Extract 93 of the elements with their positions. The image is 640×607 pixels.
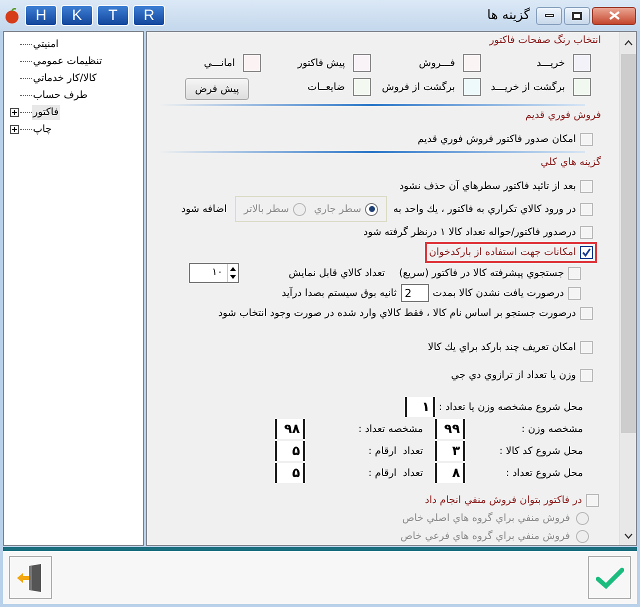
checkbox[interactable] <box>568 286 581 300</box>
number-field[interactable]: ۱ <box>404 397 435 417</box>
toolbar-button[interactable]: R <box>133 5 165 26</box>
exit-button[interactable] <box>9 556 52 599</box>
option-suffix: تعداد كالاي قابل نمايش <box>288 266 385 280</box>
field-label: تعداد ارقام : <box>367 444 423 458</box>
checkbox[interactable] <box>580 202 593 216</box>
number-field[interactable]: ۸ <box>435 463 465 483</box>
option-label: وزن يا تعداد از ترازوي دي جي <box>451 368 576 382</box>
option-label: در فاكتور بتوان فروش منفي انجام داد <box>424 494 582 508</box>
radio-label: سطر بالاتر <box>244 202 290 216</box>
toolbar-button[interactable]: K <box>61 5 93 26</box>
swatch-label: امانـــي <box>204 56 235 70</box>
radio-button[interactable] <box>576 530 589 542</box>
number-field[interactable]: ۵ <box>275 441 305 461</box>
scrollbar[interactable] <box>619 32 636 545</box>
section-heading: فروش فوري قديم <box>524 109 601 123</box>
number-field[interactable]: ۳ <box>435 441 465 461</box>
checkbox[interactable] <box>580 340 593 354</box>
section-heading: انتخاب رنگ صفحات فاكتور <box>489 33 601 48</box>
section-heading: گزينه هاي كلي <box>540 155 601 170</box>
tree-item[interactable]: امنيتي <box>32 37 60 52</box>
checkbox[interactable] <box>580 180 593 192</box>
checkbox[interactable] <box>568 266 581 280</box>
radio-button[interactable] <box>365 202 378 216</box>
minimize-button[interactable] <box>536 6 562 24</box>
option-label: بعد از تائيد فاكتور سطرهاي آن حذف نشود <box>399 178 576 194</box>
close-icon <box>608 11 620 20</box>
color-swatch[interactable] <box>463 54 481 72</box>
tree-item[interactable]: چاپ <box>32 122 53 137</box>
tree-item[interactable]: كالا/كار خدماتي <box>32 71 98 86</box>
field-label: محل شروع كد كالا : <box>498 444 583 458</box>
option-suffix: اضافه شود <box>181 202 227 216</box>
swatch-label: برگشت از فروش <box>382 80 455 94</box>
option-label: درصورت يافت نشدن كالا بمدت <box>432 286 564 300</box>
tree-item[interactable]: طرف حساب <box>32 88 89 103</box>
scroll-down-icon[interactable] <box>624 533 632 539</box>
expand-icon[interactable] <box>10 108 19 117</box>
field-label: تعداد ارقام : <box>367 466 423 480</box>
color-swatch[interactable] <box>573 78 591 96</box>
swatch-label: فـــروش <box>418 56 455 70</box>
field-label: محل شروع مشخصه وزن يا تعداد : <box>438 400 583 414</box>
checkbox[interactable] <box>580 368 593 382</box>
color-swatch[interactable] <box>463 78 481 96</box>
toolbar-button[interactable]: T <box>97 5 129 26</box>
radio-label: فروش منفي براي گروه هاي اصلي خاص <box>402 511 570 526</box>
checkbox[interactable] <box>580 132 593 146</box>
default-button[interactable]: پيش فرض <box>185 78 249 100</box>
option-suffix: ثانيه بوق سيستم بصدا درآيد <box>282 286 397 300</box>
confirm-button[interactable] <box>588 556 631 599</box>
radio-button[interactable] <box>576 512 589 524</box>
radio-label: سطر جاري <box>314 202 362 216</box>
scroll-up-icon[interactable] <box>624 40 632 46</box>
toolbar-button[interactable]: H <box>25 5 57 26</box>
tree-item[interactable]: تنظيمات عمومي <box>32 54 104 69</box>
swatch-label: برگشت از خريـــد <box>490 80 565 94</box>
swatch-label: خريـــد <box>536 56 565 70</box>
apple-icon <box>4 8 20 24</box>
checkbox[interactable] <box>586 494 599 506</box>
close-button[interactable] <box>592 6 636 24</box>
check-icon <box>582 248 591 257</box>
number-field[interactable]: ۵ <box>275 463 305 483</box>
field-label: محل شروع تعداد : <box>504 466 583 480</box>
radio-label: فروش منفي براي گروه هاي فرعي خاص <box>400 529 570 544</box>
checkbox[interactable] <box>580 246 593 259</box>
number-field[interactable]: ۹۹ <box>435 419 465 439</box>
number-spinner[interactable]: ۱۰ <box>188 263 239 283</box>
option-label: امكان صدور فاكتور فروش فوري قديم <box>418 132 576 146</box>
color-swatch[interactable] <box>573 54 591 72</box>
window-title: گزينه ها <box>487 6 530 25</box>
option-label: امكان تعريف چند باركد براي يك كالا <box>428 340 576 354</box>
radio-button[interactable] <box>293 202 306 216</box>
scrollbar-thumb[interactable] <box>620 54 636 433</box>
seconds-field[interactable]: 2 <box>400 284 429 302</box>
option-label: درصورت جستجو بر اساس نام كالا ، فقط كالاي وارد شده در صورت وجود انتخاب شود <box>218 306 576 320</box>
color-swatch[interactable] <box>353 78 371 96</box>
swatch-label: ضايعــات <box>308 80 345 94</box>
checkbox[interactable] <box>580 226 593 238</box>
field-label: مشخصه تعداد : <box>357 422 423 436</box>
option-label: درصدور فاكتور/حواله تعداد كالا ۱ درنظر گرفته شود <box>363 225 576 240</box>
field-label: مشخصه وزن : <box>520 422 583 436</box>
option-label: در ورود كالاي تكراري به فاكتور ، يك واحد به <box>393 202 576 216</box>
maximize-button[interactable] <box>564 6 590 24</box>
highlighted-option-label: امكانات جهت استفاده از باركدخوان <box>429 246 576 260</box>
number-field[interactable]: ۹۸ <box>275 419 305 439</box>
expand-icon[interactable] <box>10 125 19 134</box>
swatch-label: پيش فاكتور <box>298 56 345 70</box>
tree-item[interactable]: فاكتور <box>32 105 60 120</box>
checkbox[interactable] <box>580 306 593 320</box>
color-swatch[interactable] <box>353 54 371 72</box>
color-swatch[interactable] <box>243 54 261 72</box>
checkmark-icon <box>596 566 624 588</box>
option-label: جستجوي پيشرفته كالا در فاكتور (سريع) <box>398 266 564 280</box>
